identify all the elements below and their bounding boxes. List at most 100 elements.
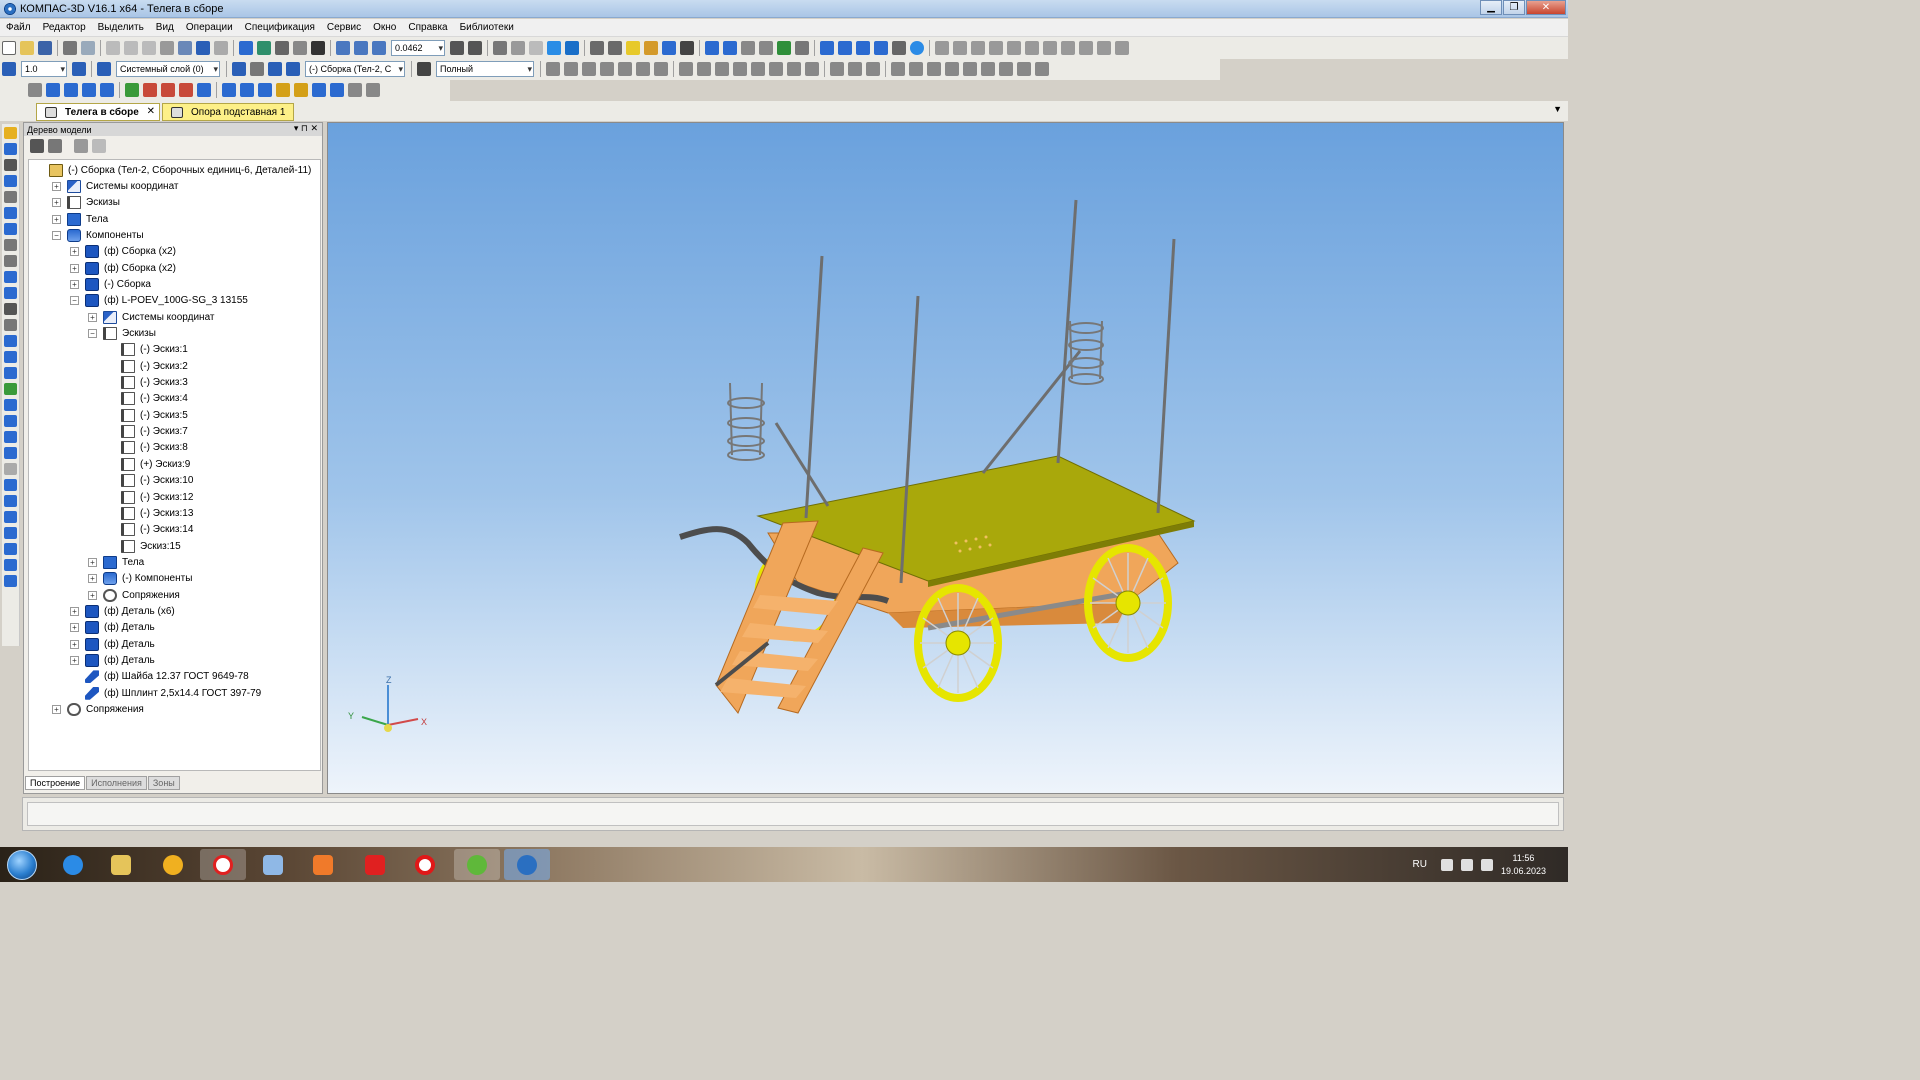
tree-node[interactable]: (-) Эскиз:4 xyxy=(106,391,188,407)
view-mode-select[interactable]: Полный xyxy=(436,61,534,77)
section-line-icon[interactable] xyxy=(1097,41,1111,55)
taskbar-calculator[interactable] xyxy=(250,849,296,880)
mark-icon[interactable] xyxy=(1061,41,1075,55)
view-arrow-icon[interactable] xyxy=(1079,41,1093,55)
minimize-button[interactable]: ▁ xyxy=(1480,0,1502,15)
taskbar-explorer[interactable] xyxy=(98,849,144,880)
line-tool-icon[interactable] xyxy=(546,62,560,76)
chamfer-icon[interactable] xyxy=(636,62,650,76)
compact-tool-icon[interactable] xyxy=(4,495,17,507)
curve-icon[interactable] xyxy=(945,62,959,76)
view-mode-icon[interactable] xyxy=(417,62,431,76)
revolve-icon[interactable] xyxy=(697,62,711,76)
edit-component-icon[interactable] xyxy=(268,62,282,76)
fillet-op-icon[interactable] xyxy=(197,83,211,97)
compact-tool-icon[interactable] xyxy=(4,415,17,427)
compact-tool-icon[interactable] xyxy=(4,351,17,363)
cut-op-icon[interactable] xyxy=(125,83,139,97)
tab-zones[interactable]: Зоны xyxy=(147,776,180,790)
compact-tool-icon[interactable] xyxy=(4,511,17,523)
tree-refresh-icon[interactable] xyxy=(92,139,106,153)
taskbar-opera[interactable] xyxy=(402,849,448,880)
cut-rotate-icon[interactable] xyxy=(161,83,175,97)
tree-node[interactable]: (-) Эскиз:13 xyxy=(106,505,193,521)
axis-icon[interactable] xyxy=(909,62,923,76)
compact-tool-icon[interactable] xyxy=(4,271,17,283)
tree-node[interactable]: (-) Эскиз:8 xyxy=(106,440,188,456)
properties-icon[interactable] xyxy=(160,41,174,55)
compact-tool-icon[interactable] xyxy=(4,383,17,395)
array-icon[interactable] xyxy=(830,62,844,76)
tree-node[interactable]: + Системы координат xyxy=(52,178,179,194)
component-select[interactable]: (-) Сборка (Тел-2, С xyxy=(305,61,405,77)
plane-icon[interactable] xyxy=(891,62,905,76)
surface-icon[interactable] xyxy=(999,62,1013,76)
orientation-icon[interactable] xyxy=(626,41,640,55)
shaded-icon[interactable] xyxy=(547,41,561,55)
tree-node[interactable]: + Сопряжения xyxy=(88,587,180,603)
tree-node[interactable]: − Компоненты xyxy=(52,227,144,243)
taskbar-mail[interactable] xyxy=(150,849,196,880)
tree-expander[interactable]: + xyxy=(52,181,61,191)
step-input[interactable]: 1.0 xyxy=(21,61,67,77)
spline-icon[interactable] xyxy=(963,62,977,76)
tray-arrow-icon[interactable] xyxy=(1440,858,1453,871)
tree-node[interactable]: (+) Эскиз:9 xyxy=(106,456,190,472)
tree-node[interactable]: + (-) Сборка xyxy=(70,276,151,292)
point-icon[interactable] xyxy=(927,62,941,76)
shell-icon[interactable] xyxy=(769,62,783,76)
thread-op-icon[interactable] xyxy=(330,83,344,97)
fillet-icon[interactable] xyxy=(751,62,765,76)
table-icon[interactable] xyxy=(178,41,192,55)
filter-icon[interactable] xyxy=(590,41,604,55)
text-style-icon[interactable] xyxy=(795,41,809,55)
tree-node[interactable]: (-) Эскиз:7 xyxy=(106,424,188,440)
tree-node[interactable]: + (ф) Деталь xyxy=(70,636,155,652)
panel-controls[interactable]: ▾ ⊓ ✕ xyxy=(294,123,318,134)
tab-list-chevron-icon[interactable]: ▼ xyxy=(1553,104,1562,114)
section-op-icon[interactable] xyxy=(100,83,114,97)
taskbar-yandex-2[interactable] xyxy=(352,849,398,880)
compact-tool-icon[interactable] xyxy=(4,367,17,379)
roughness-icon[interactable] xyxy=(971,41,985,55)
tree-node[interactable]: + Тела xyxy=(88,554,144,570)
menu-operations[interactable]: Операции xyxy=(186,22,233,33)
compact-tool-icon[interactable] xyxy=(4,479,17,491)
save-icon[interactable] xyxy=(38,41,52,55)
extrude-op-icon[interactable] xyxy=(46,83,60,97)
help-cursor-icon[interactable] xyxy=(311,41,325,55)
angle-icon[interactable] xyxy=(600,62,614,76)
compact-tool-icon[interactable] xyxy=(4,143,17,155)
compact-tool-icon[interactable] xyxy=(4,159,17,171)
helix-icon[interactable] xyxy=(981,62,995,76)
rotate-op-icon[interactable] xyxy=(64,83,78,97)
library-icon[interactable] xyxy=(257,41,271,55)
tree-panel-icon[interactable] xyxy=(74,139,88,153)
tree-node[interactable]: (ф) Шайба 12.37 ГОСТ 9649-78 xyxy=(70,669,249,685)
compact-tool-icon[interactable] xyxy=(4,335,17,347)
compact-tool-icon[interactable] xyxy=(4,287,17,299)
parameters-icon[interactable] xyxy=(680,41,694,55)
position-icon[interactable] xyxy=(1025,41,1039,55)
compact-tool-icon[interactable] xyxy=(4,127,17,139)
tab-opora-podstavnaya[interactable]: Опора подставная 1 xyxy=(162,103,294,121)
tree-expander[interactable]: + xyxy=(70,247,79,257)
tree-node[interactable]: + (ф) Деталь (x6) xyxy=(70,603,175,619)
compact-tool-icon[interactable] xyxy=(4,319,17,331)
menu-help[interactable]: Справка xyxy=(408,22,447,33)
compact-tool-icon[interactable] xyxy=(4,175,17,187)
datum-icon[interactable] xyxy=(989,41,1003,55)
tree-node[interactable]: − (ф) L-POEV_100G-SG_3 13155 xyxy=(70,293,248,309)
tree-expander[interactable]: − xyxy=(70,296,79,306)
shell-op-icon[interactable] xyxy=(222,83,236,97)
zoom-window-icon[interactable] xyxy=(336,41,350,55)
compact-tool-icon[interactable] xyxy=(4,223,17,235)
tree-node[interactable]: (-) Эскиз:14 xyxy=(106,522,193,538)
open-folder-icon[interactable] xyxy=(20,41,34,55)
tree-node[interactable]: + (ф) Сборка (x2) xyxy=(70,244,176,260)
compact-tool-icon[interactable] xyxy=(4,239,17,251)
tree-expander[interactable]: + xyxy=(52,705,61,715)
move-icon[interactable] xyxy=(741,41,755,55)
section-icon[interactable] xyxy=(644,41,658,55)
zoom-icon[interactable] xyxy=(372,41,386,55)
